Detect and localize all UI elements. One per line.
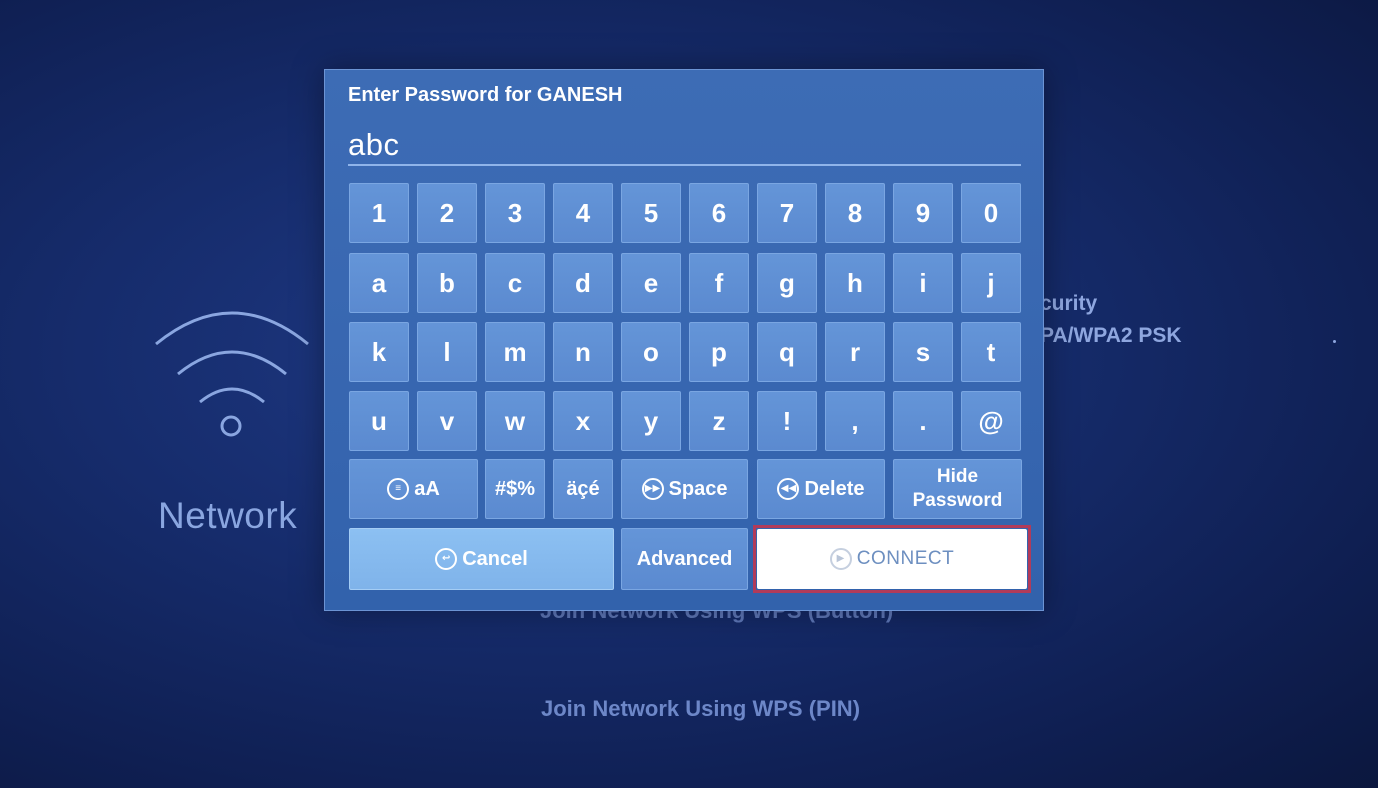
hide-password-label-line2: Password: [912, 490, 1003, 511]
key-8[interactable]: 8: [825, 183, 885, 243]
key-z[interactable]: z: [689, 391, 749, 451]
key-d[interactable]: d: [553, 253, 613, 313]
key-k[interactable]: k: [349, 322, 409, 382]
key-period[interactable]: .: [893, 391, 953, 451]
connect-label: CONNECT: [856, 548, 955, 569]
key-2[interactable]: 2: [417, 183, 477, 243]
key-a[interactable]: a: [349, 253, 409, 313]
case-toggle-key[interactable]: ≡ aA: [349, 459, 478, 519]
key-at[interactable]: @: [961, 391, 1021, 451]
fast-forward-icon: ▶▶: [641, 478, 664, 500]
case-toggle-label: aA: [414, 477, 440, 500]
key-6[interactable]: 6: [689, 183, 749, 243]
security-value: PA/WPA2 PSK: [1040, 324, 1182, 347]
key-f[interactable]: f: [689, 253, 749, 313]
key-t[interactable]: t: [961, 322, 1021, 382]
key-1[interactable]: 1: [349, 183, 409, 243]
key-j[interactable]: j: [961, 253, 1021, 313]
key-7[interactable]: 7: [757, 183, 817, 243]
key-e[interactable]: e: [621, 253, 681, 313]
key-s[interactable]: s: [893, 322, 953, 382]
key-9[interactable]: 9: [893, 183, 953, 243]
symbols-key[interactable]: #$%: [485, 459, 545, 519]
delete-label: Delete: [804, 477, 865, 500]
back-icon: ↩: [435, 548, 458, 570]
advanced-button[interactable]: Advanced: [621, 528, 748, 590]
connect-button[interactable]: ▶ CONNECT: [757, 529, 1027, 589]
menu-icon: ≡: [387, 478, 410, 500]
decorative-dot: [1333, 340, 1336, 343]
security-title: curity: [1040, 292, 1098, 315]
network-label: Network: [158, 495, 298, 536]
key-p[interactable]: p: [689, 322, 749, 382]
key-g[interactable]: g: [757, 253, 817, 313]
play-pause-icon: ▶: [829, 548, 852, 570]
key-u[interactable]: u: [349, 391, 409, 451]
key-m[interactable]: m: [485, 322, 545, 382]
key-l[interactable]: l: [417, 322, 477, 382]
hide-password-key[interactable]: Hide Password: [893, 459, 1022, 519]
delete-key[interactable]: ◀◀ Delete: [757, 459, 885, 519]
key-v[interactable]: v: [417, 391, 477, 451]
key-5[interactable]: 5: [621, 183, 681, 243]
cancel-button[interactable]: ↩ Cancel: [349, 528, 614, 590]
hide-password-label-line1: Hide: [936, 466, 979, 487]
rewind-icon: ◀◀: [777, 478, 800, 500]
space-key[interactable]: ▶▶ Space: [621, 459, 748, 519]
key-3[interactable]: 3: [485, 183, 545, 243]
key-exclamation[interactable]: !: [757, 391, 817, 451]
password-input[interactable]: abc: [348, 126, 1021, 166]
key-c[interactable]: c: [485, 253, 545, 313]
key-0[interactable]: 0: [961, 183, 1021, 243]
key-comma[interactable]: ,: [825, 391, 885, 451]
key-4[interactable]: 4: [553, 183, 613, 243]
key-i[interactable]: i: [893, 253, 953, 313]
key-r[interactable]: r: [825, 322, 885, 382]
key-y[interactable]: y: [621, 391, 681, 451]
accents-key[interactable]: äçé: [553, 459, 613, 519]
key-o[interactable]: o: [621, 322, 681, 382]
password-dialog: Enter Password for GANESH abc 1 2 3 4 5 …: [324, 69, 1044, 611]
key-b[interactable]: b: [417, 253, 477, 313]
menu-item-wps-pin[interactable]: Join Network Using WPS (PIN): [541, 696, 860, 722]
space-label: Space: [668, 477, 728, 500]
key-n[interactable]: n: [553, 322, 613, 382]
key-w[interactable]: w: [485, 391, 545, 451]
key-q[interactable]: q: [757, 322, 817, 382]
wifi-icon: [155, 311, 309, 437]
dialog-title: Enter Password for GANESH: [348, 84, 623, 106]
cancel-label: Cancel: [462, 547, 528, 570]
key-x[interactable]: x: [553, 391, 613, 451]
key-h[interactable]: h: [825, 253, 885, 313]
